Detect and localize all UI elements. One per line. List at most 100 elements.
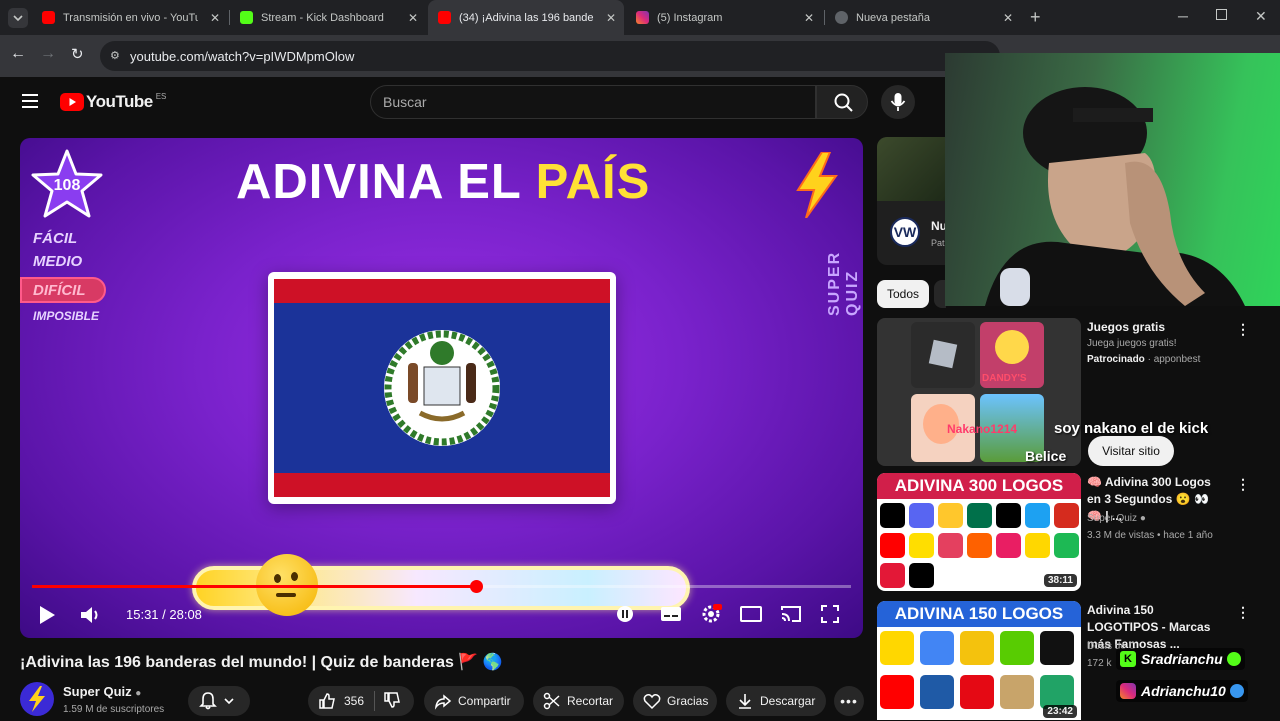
close-icon[interactable]: ✕	[1003, 11, 1013, 25]
kick-logo-icon: K	[1120, 651, 1136, 667]
forward-button[interactable]: →	[40, 45, 56, 63]
logo-tile	[909, 533, 934, 558]
channel-text: Super Quiz	[1087, 513, 1138, 524]
voice-search-button[interactable]	[881, 85, 915, 119]
ad-more-button[interactable]: ⋮	[1236, 321, 1250, 338]
youtube-logo[interactable]: YouTube ES	[60, 92, 166, 112]
fullscreen-icon	[821, 605, 839, 623]
browser-tab-2[interactable]: Stream - Kick Dashboard ✕	[230, 0, 426, 35]
tab-search-button[interactable]	[8, 8, 28, 28]
tab-label: Stream - Kick Dashboard	[261, 11, 384, 24]
menu-button[interactable]	[22, 94, 38, 108]
kick-handle-text: Sradrianchu	[1141, 651, 1223, 667]
visit-site-button[interactable]: Visitar sitio	[1088, 436, 1174, 466]
progress-scrubber[interactable]	[469, 580, 483, 593]
dandys-tile: DANDY'S	[980, 322, 1044, 388]
video-player[interactable]: 108 FÁCIL MEDIO DIFÍCIL IMPOSIBLE ADIVIN…	[20, 138, 863, 638]
theater-mode-button[interactable]	[740, 604, 762, 629]
video-thumbnail-2[interactable]: ADIVINA 150 LOGOS 23:42	[877, 601, 1081, 720]
duration-badge: 23:42	[1043, 705, 1077, 718]
dislike-button[interactable]	[375, 691, 401, 712]
video-channel-1[interactable]: Super Quiz ●	[1087, 513, 1146, 524]
thumbs-up-icon	[319, 693, 335, 709]
logo-tile	[996, 533, 1021, 558]
new-tab-button[interactable]: +	[1030, 7, 1041, 28]
minimize-button[interactable]: ─	[1178, 8, 1188, 24]
logo-tile	[938, 533, 963, 558]
browser-tab-1[interactable]: Transmisión en vivo - YouTube ✕	[32, 0, 228, 35]
download-button[interactable]: Descargar	[726, 686, 826, 716]
video-thumbnail-1[interactable]: ADIVINA 300 LOGOS 38:11	[877, 473, 1081, 591]
url-text: youtube.com/watch?v=pIWDMpmOlow	[130, 48, 355, 64]
maximize-button[interactable]	[1216, 9, 1227, 20]
close-window-button[interactable]: ✕	[1255, 8, 1267, 25]
channel-avatar[interactable]	[20, 682, 54, 716]
logo-tile	[920, 631, 954, 665]
chevron-down-icon	[13, 15, 23, 22]
thanks-label: Gracias	[667, 694, 709, 708]
scissors-icon	[543, 692, 560, 710]
play-button[interactable]	[37, 604, 57, 631]
kick-handle-overlay: K Sradrianchu	[1116, 648, 1245, 670]
reload-button[interactable]: ↻	[71, 45, 84, 63]
difficulty-hard: DIFÍCIL	[20, 277, 106, 303]
flag-card	[268, 272, 616, 504]
like-button[interactable]: 356	[308, 692, 364, 710]
browser-tab-5[interactable]: Nueva pestaña ✕	[825, 0, 1021, 35]
flag-answer: Belice	[1025, 448, 1067, 464]
sponsored-ad[interactable]: DANDY'S Nakano1214	[877, 318, 1081, 466]
volume-button[interactable]	[79, 604, 101, 631]
pause-autoplay-toggle[interactable]	[617, 606, 633, 622]
share-button[interactable]: Compartir	[424, 686, 524, 716]
logo-tile	[920, 675, 954, 709]
tab-label: Nueva pestaña	[856, 11, 930, 24]
close-icon[interactable]: ✕	[606, 11, 616, 25]
browser-tab-3[interactable]: (34) ¡Adivina las 196 banderas d ✕	[428, 0, 624, 35]
ad-subtitle: Juega juegos gratis!	[1087, 338, 1177, 349]
thanks-button[interactable]: Gracias	[633, 686, 717, 716]
chip-todos[interactable]: Todos	[877, 280, 929, 308]
site-info-icon[interactable]: ⚙	[110, 49, 120, 62]
browser-tab-4[interactable]: (5) Instagram ✕	[626, 0, 822, 35]
tab-label: Transmisión en vivo - YouTube	[63, 11, 198, 24]
difficulty-easy: FÁCIL	[33, 230, 78, 247]
notifications-button[interactable]	[188, 686, 250, 716]
like-count: 356	[344, 694, 365, 708]
logo-tile	[880, 503, 905, 528]
subscriber-count: 1.59 M de suscriptores	[63, 704, 165, 715]
clip-button[interactable]: Recortar	[533, 686, 624, 716]
back-button[interactable]: ←	[10, 45, 26, 63]
lightning-icon	[29, 686, 45, 712]
video-more-button-1[interactable]: ⋮	[1236, 476, 1250, 493]
close-icon[interactable]: ✕	[804, 11, 814, 25]
heart-dollar-icon	[643, 694, 661, 710]
verified-icon: ●	[135, 688, 142, 699]
ad-image	[877, 137, 945, 201]
share-icon	[434, 694, 452, 710]
progress-bar[interactable]	[32, 580, 851, 593]
search-button[interactable]	[816, 85, 868, 119]
cast-icon	[781, 606, 801, 622]
fullscreen-button[interactable]	[820, 604, 840, 629]
subtitles-button[interactable]	[660, 604, 682, 629]
close-icon[interactable]: ✕	[408, 11, 418, 25]
cast-button[interactable]	[780, 604, 802, 629]
video-more-button-2[interactable]: ⋮	[1236, 604, 1250, 621]
download-label: Descargar	[760, 694, 816, 708]
address-bar[interactable]: ⚙ youtube.com/watch?v=pIWDMpmOlow	[100, 41, 1000, 71]
logo-tile	[1054, 533, 1079, 558]
difficulty-medium: MEDIO	[33, 253, 83, 270]
more-actions-button[interactable]: •••	[834, 686, 864, 716]
settings-button[interactable]	[700, 603, 722, 630]
theater-icon	[740, 606, 762, 622]
youtube-wordmark: YouTube	[86, 92, 153, 111]
difficulty-hard-label: DIFÍCIL	[33, 282, 86, 299]
youtube-play-logo-icon	[60, 93, 84, 111]
like-dislike-group: 356	[308, 686, 414, 716]
stream-chat-line: soy nakano el de kick	[1054, 420, 1209, 437]
instagram-handle-overlay: Adrianchu10	[1116, 680, 1248, 702]
ad-card[interactable]: VW Nu Pat	[877, 137, 945, 265]
close-icon[interactable]: ✕	[210, 11, 220, 25]
channel-name[interactable]: Super Quiz ●	[63, 684, 141, 699]
search-input[interactable]: Buscar	[370, 85, 816, 119]
